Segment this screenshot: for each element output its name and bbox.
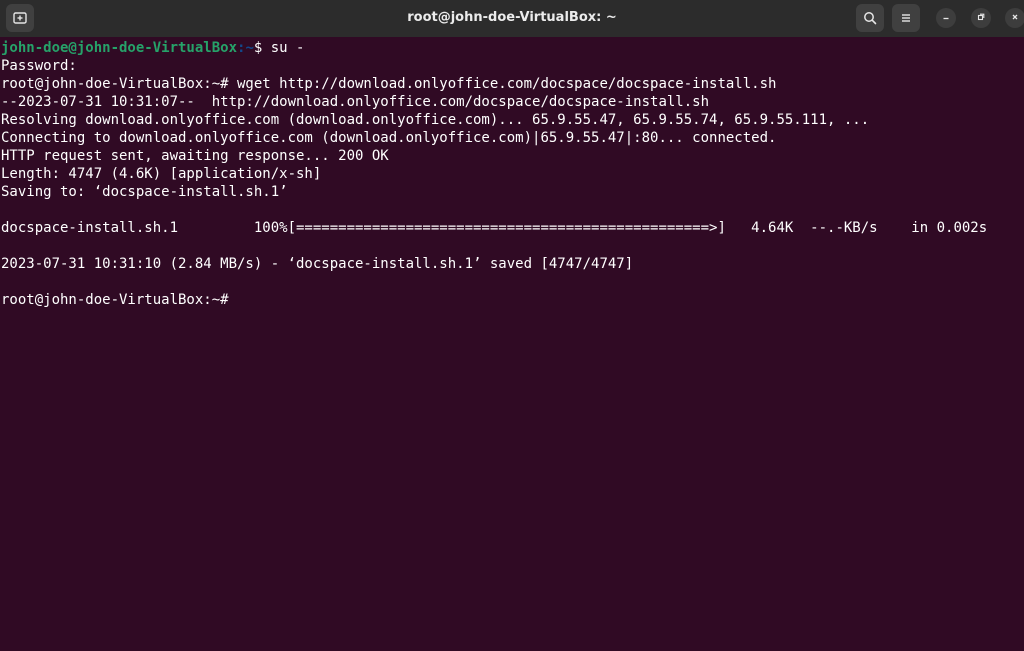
terminal-output[interactable]: john-doe@john-doe-VirtualBox:~$ su - Pas… xyxy=(0,37,1024,651)
output-line: --2023-07-31 10:31:07-- http://download.… xyxy=(1,94,710,110)
output-line: root@john-doe-VirtualBox:~# wget http://… xyxy=(1,76,777,92)
output-line: 2023-07-31 10:31:10 (2.84 MB/s) - ‘docsp… xyxy=(1,256,634,272)
minimize-icon xyxy=(941,9,951,27)
title-bar[interactable]: root@john-doe-VirtualBox: ~ xyxy=(0,0,1024,37)
output-line: Saving to: ‘docspace-install.sh.1’ xyxy=(1,184,288,200)
command-text: su - xyxy=(270,40,305,56)
prompt-user-host: john-doe@john-doe-VirtualBox xyxy=(1,40,238,56)
output-line: Length: 4747 (4.6K) [application/x-sh] xyxy=(1,166,322,182)
close-button[interactable] xyxy=(1005,8,1024,28)
output-line: Password: xyxy=(1,58,77,74)
terminal-window: root@john-doe-VirtualBox: ~ john-doe@joh… xyxy=(0,0,1024,651)
restore-button[interactable] xyxy=(971,8,991,28)
close-icon xyxy=(1010,9,1020,27)
prompt-line: john-doe@john-doe-VirtualBox:~$ su - xyxy=(1,39,1024,57)
output-line: Resolving download.onlyoffice.com (downl… xyxy=(1,112,870,128)
prompt-path: :~ xyxy=(237,40,254,56)
new-tab-button[interactable] xyxy=(6,4,34,32)
menu-button[interactable] xyxy=(892,4,920,32)
new-tab-icon xyxy=(13,11,27,25)
progress-line: docspace-install.sh.1 100%[=============… xyxy=(1,220,988,236)
output-line: Connecting to download.onlyoffice.com (d… xyxy=(1,130,777,146)
search-icon xyxy=(863,11,877,25)
restore-icon xyxy=(976,9,986,27)
prompt-symbol: $ xyxy=(253,40,271,56)
hamburger-menu-icon xyxy=(899,11,913,25)
minimize-button[interactable] xyxy=(936,8,956,28)
current-prompt-line[interactable]: root@john-doe-VirtualBox:~# xyxy=(1,291,1024,309)
search-button[interactable] xyxy=(856,4,884,32)
output-line: HTTP request sent, awaiting response... … xyxy=(1,148,389,164)
